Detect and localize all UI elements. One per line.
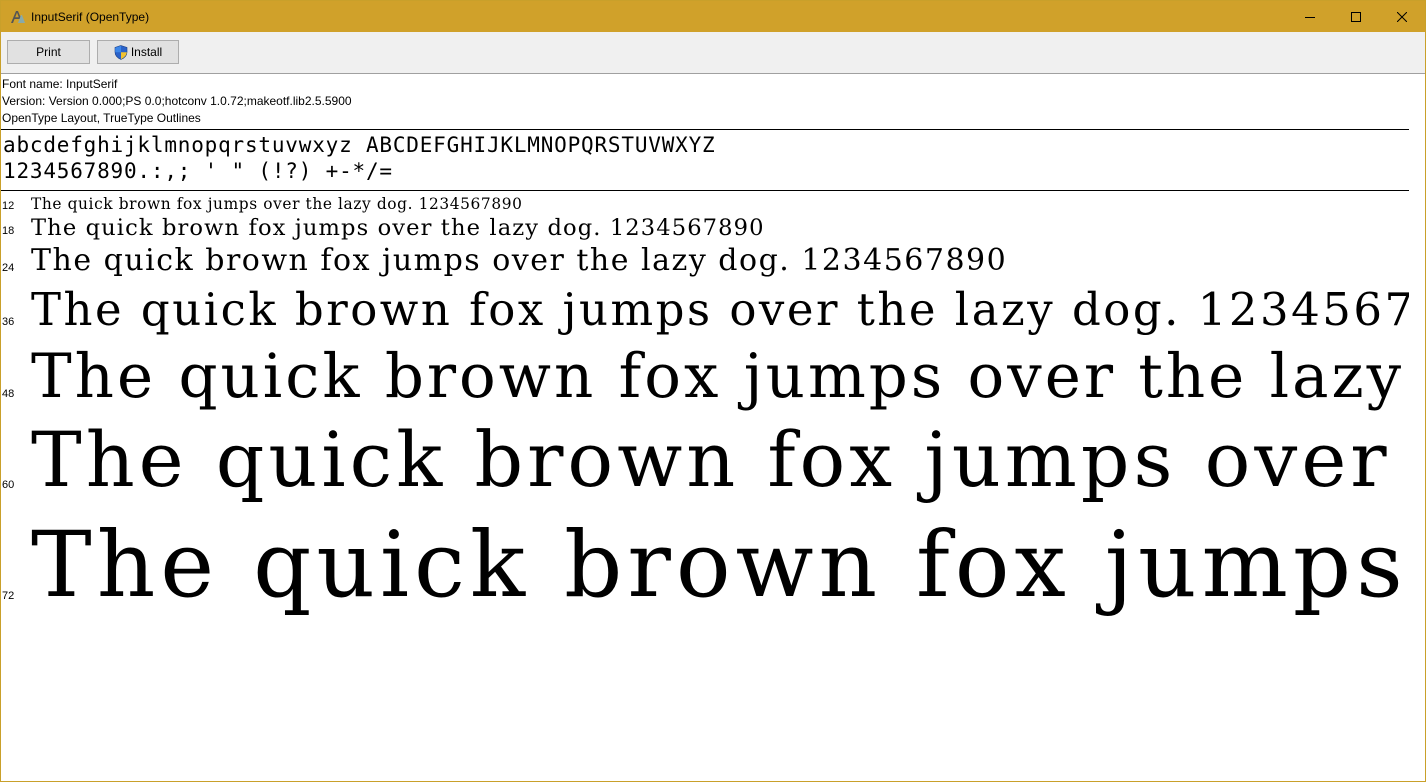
font-preview-area[interactable]: Font name: InputSerif Version: Version 0… [1,74,1425,781]
sample-row-18: 18 The quick brown fox jumps over the la… [1,214,1409,242]
sample-row-24: 24 The quick brown fox jumps over the la… [1,243,1409,283]
print-button[interactable]: Print [7,40,90,64]
maximize-button[interactable] [1333,1,1379,32]
sample-size-label: 12 [2,200,15,212]
sample-size-label: 18 [2,225,15,237]
sample-row-72: 72 The quick brown fox jumps over the la… [1,514,1409,629]
font-version-info: Version: Version 0.000;PS 0.0;hotconv 1.… [2,94,352,108]
window-controls [1287,1,1425,32]
divider [1,190,1409,191]
sample-text: The quick brown fox jumps over the lazy … [31,243,1008,278]
title-bar[interactable]: InputSerif (OpenType) [1,1,1425,32]
minimize-icon [1305,16,1315,18]
font-name-info: Font name: InputSerif [2,77,118,91]
charset-letters: abcdefghijklmnopqrstuvwxyz ABCDEFGHIJKLM… [3,133,716,157]
sample-text: The quick brown fox jumps over the lazy … [31,215,765,241]
charset-digits-symbols: 1234567890.:,; ' " (!?) +-*/= [3,159,393,183]
sample-text: The quick brown fox jumps over the lazy … [31,284,1409,336]
sample-size-label: 72 [2,590,15,602]
sample-text: The quick brown fox jumps over the lazy … [31,418,1409,504]
sample-row-12: 12 The quick brown fox jumps over the la… [1,195,1409,213]
sample-size-label: 24 [2,262,15,274]
font-viewer-window: InputSerif (OpenType) Print Install Font… [0,0,1426,782]
install-button[interactable]: Install [97,40,179,64]
uac-shield-icon [114,44,128,60]
sample-text: The quick brown fox jumps over the lazy … [31,342,1409,412]
print-button-label: Print [36,45,61,59]
close-icon [1397,11,1407,22]
sample-text: The quick brown fox jumps over the lazy … [31,514,1409,618]
sample-row-36: 36 The quick brown fox jumps over the la… [1,284,1409,342]
sample-text: The quick brown fox jumps over the lazy … [31,195,523,213]
close-button[interactable] [1379,1,1425,32]
sample-size-label: 48 [2,388,15,400]
divider [1,129,1409,130]
sample-size-label: 60 [2,479,15,491]
font-app-icon [9,9,25,25]
install-button-label: Install [130,45,163,59]
maximize-icon [1351,11,1361,22]
sample-row-60: 60 The quick brown fox jumps over the la… [1,418,1409,514]
font-type-info: OpenType Layout, TrueType Outlines [2,111,201,125]
window-title: InputSerif (OpenType) [31,9,150,24]
sample-size-label: 36 [2,316,15,328]
toolbar: Print Install [1,32,1425,74]
minimize-button[interactable] [1287,1,1333,32]
sample-row-48: 48 The quick brown fox jumps over the la… [1,342,1409,418]
